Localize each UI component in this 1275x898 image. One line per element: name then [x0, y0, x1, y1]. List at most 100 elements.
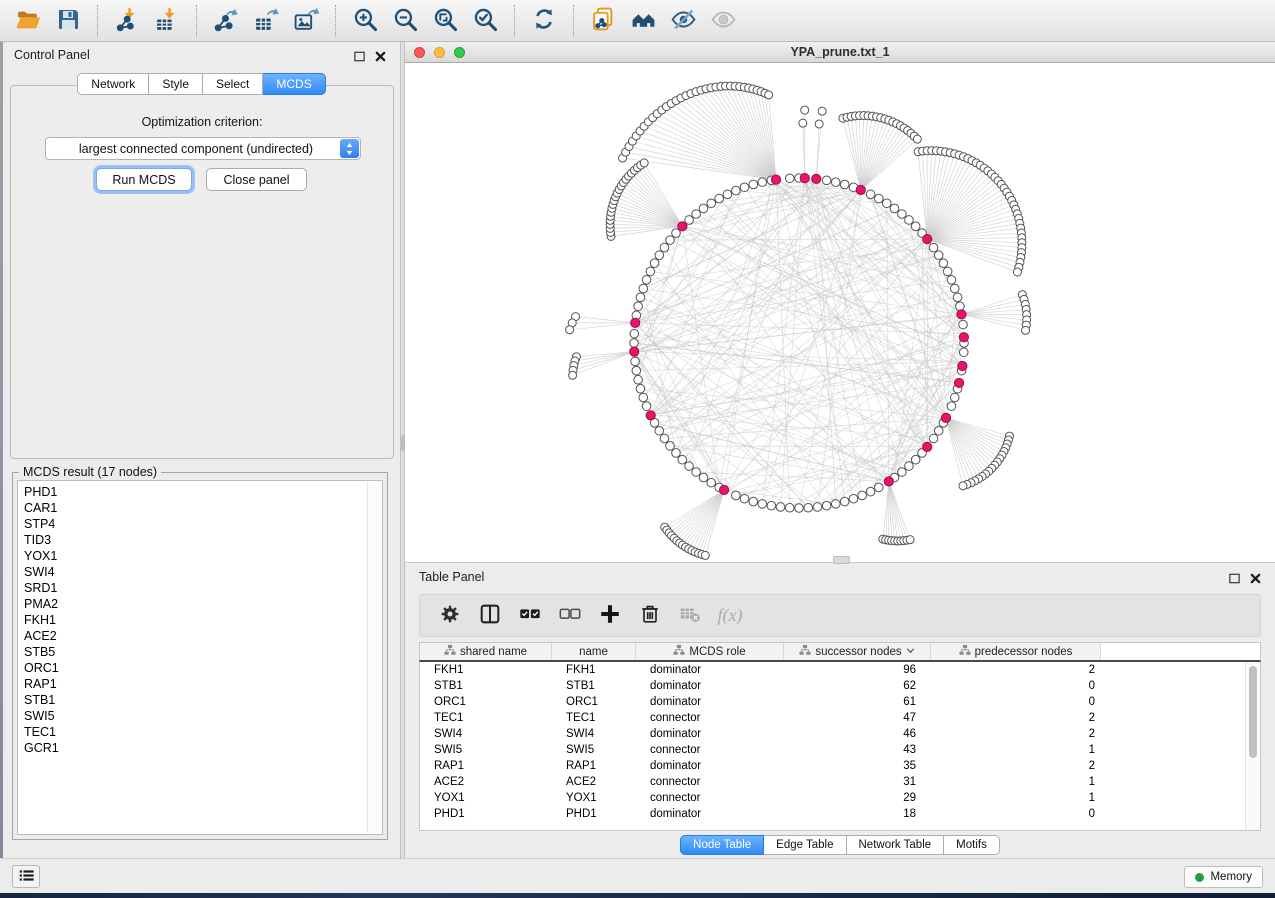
tab-network-table[interactable]: Network Table	[847, 835, 945, 855]
export-network-button[interactable]	[208, 3, 244, 39]
table-settings-button[interactable]	[434, 600, 466, 632]
mcds-result-node[interactable]: FKH1	[24, 612, 59, 628]
mcds-result-node[interactable]: SWI4	[24, 564, 59, 580]
mcds-result-node[interactable]: YOX1	[24, 548, 59, 564]
show-all-button[interactable]	[705, 3, 741, 39]
mcds-result-node[interactable]: SWI5	[24, 708, 59, 724]
zoom-fit-button[interactable]	[427, 3, 463, 39]
table-row[interactable]: TEC1TEC1connector472	[420, 710, 1260, 726]
close-panel-button[interactable]: Close panel	[206, 168, 307, 191]
float-table-panel-icon[interactable]	[1226, 570, 1242, 586]
table-row[interactable]: STB1STB1dominator620	[420, 678, 1260, 694]
column-header-shared-name[interactable]: shared name	[420, 643, 552, 660]
close-table-panel-icon[interactable]	[1247, 570, 1263, 586]
deselect-all-button[interactable]	[554, 600, 586, 632]
table-row[interactable]: FKH1FKH1dominator962	[420, 662, 1260, 678]
canvas-splitter-grip[interactable]	[833, 556, 850, 564]
close-panel-icon[interactable]	[372, 48, 388, 64]
table-cell: 1	[931, 742, 1101, 758]
mcds-result-node[interactable]: PMA2	[24, 596, 59, 612]
table-row[interactable]: ORC1ORC1dominator610	[420, 694, 1260, 710]
memory-label: Memory	[1210, 871, 1252, 883]
mcds-result-node[interactable]: TID3	[24, 532, 59, 548]
network-view[interactable]	[405, 63, 1275, 563]
table-cell: dominator	[636, 758, 784, 774]
table-cell: ORC1	[552, 694, 636, 710]
show-columns-button[interactable]	[474, 600, 506, 632]
import-table-button[interactable]	[149, 3, 185, 39]
memory-button[interactable]: Memory	[1184, 866, 1263, 888]
save-session-button[interactable]	[50, 3, 86, 39]
network-window-titlebar: YPA_prune.txt_1	[405, 42, 1275, 63]
table-cell: 2	[931, 710, 1101, 726]
optimization-criterion-select[interactable]: largest connected component (undirected)	[45, 137, 361, 160]
tab-network[interactable]: Network	[77, 73, 149, 95]
network-canvas[interactable]	[405, 63, 1275, 563]
mcds-result-node[interactable]: ACE2	[24, 628, 59, 644]
mcds-result-node[interactable]: SRD1	[24, 580, 59, 596]
zoom-selected-button[interactable]	[467, 3, 503, 39]
tab-node-table[interactable]: Node Table	[680, 835, 764, 855]
hide-selected-button[interactable]	[665, 3, 701, 39]
mcds-list-scrollbar[interactable]	[367, 482, 381, 833]
column-header-successor-nodes[interactable]: successor nodes	[784, 643, 931, 660]
table-cell: 2	[931, 758, 1101, 774]
table-cell: PHD1	[552, 806, 636, 822]
mcds-result-node[interactable]: TEC1	[24, 724, 59, 740]
refresh-network-button[interactable]	[526, 3, 562, 39]
panel-menu-button[interactable]	[12, 865, 40, 888]
run-mcds-button[interactable]: Run MCDS	[96, 168, 192, 191]
select-all-icon	[518, 602, 542, 629]
mcds-result-node[interactable]: STB1	[24, 692, 59, 708]
table-row[interactable]: SWI5SWI5connector431	[420, 742, 1260, 758]
table-row[interactable]: RAP1RAP1dominator352	[420, 758, 1260, 774]
table-cell: 96	[784, 662, 931, 678]
export-image-button[interactable]	[288, 3, 324, 39]
memory-status-icon	[1195, 873, 1204, 882]
table-row[interactable]: PHD1PHD1dominator180	[420, 806, 1260, 822]
mcds-result-node[interactable]: RAP1	[24, 676, 59, 692]
table-cell: connector	[636, 710, 784, 726]
table-row[interactable]: ACE2ACE2connector311	[420, 774, 1260, 790]
table-row[interactable]: SWI4SWI4dominator462	[420, 726, 1260, 742]
mcds-result-node[interactable]: CAR1	[24, 500, 59, 516]
mcds-result-node[interactable]: ORC1	[24, 660, 59, 676]
mcds-result-node[interactable]: STB5	[24, 644, 59, 660]
select-all-button[interactable]	[514, 600, 546, 632]
add-entry-button[interactable]	[594, 600, 626, 632]
column-header-predecessor-nodes[interactable]: predecessor nodes	[931, 643, 1101, 660]
table-scrollbar[interactable]	[1245, 662, 1260, 830]
export-table-button[interactable]	[248, 3, 284, 39]
tab-mcds[interactable]: MCDS	[263, 73, 325, 95]
mcds-result-node[interactable]: GCR1	[24, 740, 59, 756]
table-cell: dominator	[636, 726, 784, 742]
main-toolbar	[0, 0, 1275, 42]
scrollbar-thumb[interactable]	[1249, 666, 1257, 758]
hide-selected-icon	[670, 6, 697, 36]
table-toolbar: f(x)	[419, 594, 1261, 637]
network-from-selection-button[interactable]	[585, 3, 621, 39]
first-neighbors-button[interactable]	[625, 3, 661, 39]
mcds-result-list[interactable]: PHD1CAR1STP4TID3YOX1SWI4SRD1PMA2FKH1ACE2…	[17, 480, 383, 835]
import-network-button[interactable]	[109, 3, 145, 39]
mcds-result-node[interactable]: PHD1	[24, 484, 59, 500]
table-row[interactable]: YOX1YOX1connector291	[420, 790, 1260, 806]
open-session-button[interactable]	[10, 3, 46, 39]
zoom-in-button[interactable]	[347, 3, 383, 39]
tab-select[interactable]: Select	[203, 73, 263, 95]
control-panel-title: Control Panel	[14, 48, 90, 62]
tree-icon	[673, 644, 685, 659]
delete-entry-button[interactable]	[634, 600, 666, 632]
status-bar: Memory	[0, 858, 1275, 893]
column-header-MCDS-role[interactable]: MCDS role	[636, 643, 784, 660]
tab-style[interactable]: Style	[149, 73, 203, 95]
tab-edge-table[interactable]: Edge Table	[764, 835, 846, 855]
tree-icon	[444, 644, 456, 659]
float-panel-icon[interactable]	[351, 48, 367, 64]
mcds-result-node[interactable]: STP4	[24, 516, 59, 532]
column-header-name[interactable]: name	[552, 643, 636, 660]
zoom-out-button[interactable]	[387, 3, 423, 39]
tab-motifs[interactable]: Motifs	[944, 835, 1000, 855]
column-header-filler	[1101, 643, 1260, 660]
table-cell: dominator	[636, 662, 784, 678]
